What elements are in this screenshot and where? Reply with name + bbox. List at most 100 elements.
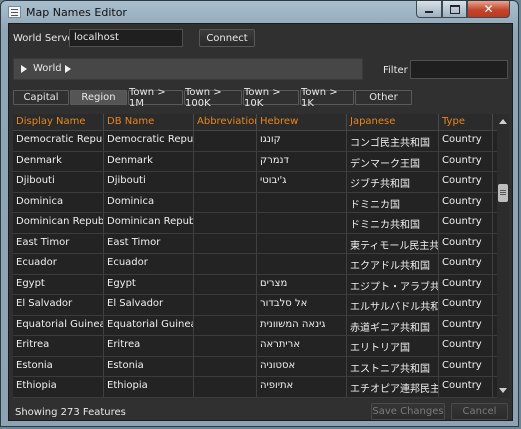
cell-abbreviations[interactable]: [194, 233, 257, 253]
cell-db-name[interactable]: Egypt: [104, 274, 194, 294]
cell-hebrew[interactable]: אסטוניה: [257, 356, 347, 376]
maximize-button[interactable]: [442, 1, 467, 18]
cell-type[interactable]: Country: [439, 295, 493, 315]
tab-town-10k[interactable]: Town > 10K: [243, 87, 299, 109]
cell-db-name[interactable]: Eritrea: [104, 336, 194, 356]
minimize-button[interactable]: [416, 1, 442, 18]
table-row[interactable]: Denmark Denmark דנמרק デンマーク王国 Country: [13, 151, 497, 172]
title-bar[interactable]: Map Names Editor ✕: [1, 1, 518, 23]
table-row[interactable]: Estonia Estonia אסטוניה エストニア共和国 Country: [13, 356, 497, 377]
table-row[interactable]: Democratic RepublicDemocratic Republic קו…: [13, 131, 497, 152]
cell-display-name[interactable]: Estonia: [13, 356, 104, 376]
scroll-up-icon[interactable]: [499, 119, 507, 124]
cell-abbreviations[interactable]: [194, 213, 257, 233]
table-row[interactable]: Eritrea Eritrea אריתראה エリトリア国 Country: [13, 336, 497, 357]
cell-type[interactable]: Country: [439, 213, 493, 233]
cell-abbreviations[interactable]: [194, 336, 257, 356]
cell-hebrew[interactable]: [257, 254, 347, 274]
cell-db-name[interactable]: Democratic Republic: [104, 131, 194, 151]
tab-town-100k[interactable]: Town > 100K: [184, 87, 242, 109]
cell-db-name[interactable]: Dominican Republic: [104, 213, 194, 233]
cell-display-name[interactable]: Dominican Republic: [13, 213, 104, 233]
header-japanese[interactable]: Japanese: [347, 114, 439, 130]
cell-display-name[interactable]: Ethiopia: [13, 377, 104, 397]
table-row[interactable]: East Timor East Timor 東ティモール民主共 Country: [13, 233, 497, 254]
tab-town-1k[interactable]: Town > 1K: [300, 87, 354, 109]
cell-display-name[interactable]: Djibouti: [13, 172, 104, 192]
cell-type[interactable]: Country: [439, 336, 493, 356]
cell-db-name[interactable]: Dominica: [104, 192, 194, 212]
cell-hebrew[interactable]: ג'יבוטי: [257, 172, 347, 192]
cell-abbreviations[interactable]: [194, 295, 257, 315]
table-row[interactable]: Egypt Egypt מצרים エジプト・アラブ共 Country: [13, 274, 497, 295]
cell-type[interactable]: Country: [439, 192, 493, 212]
breadcrumb-arrow-icon[interactable]: [21, 65, 27, 73]
tab-town-1m[interactable]: Town > 1M: [128, 87, 183, 109]
cell-hebrew[interactable]: אל סלבדור: [257, 295, 347, 315]
cell-type[interactable]: Country: [439, 151, 493, 171]
cell-abbreviations[interactable]: [194, 192, 257, 212]
cell-type[interactable]: Country: [439, 377, 493, 397]
cell-display-name[interactable]: Ecuador: [13, 254, 104, 274]
cell-hebrew[interactable]: גינאה המשוונית: [257, 315, 347, 335]
cell-japanese[interactable]: 赤道ギニア共和国: [347, 315, 439, 335]
table-row[interactable]: Dominican RepublicDominican Republic ドミニカ…: [13, 213, 497, 234]
cell-hebrew[interactable]: אריתראה: [257, 336, 347, 356]
cell-type[interactable]: Country: [439, 233, 493, 253]
cell-abbreviations[interactable]: [194, 315, 257, 335]
cell-hebrew[interactable]: [257, 192, 347, 212]
scroll-thumb[interactable]: [498, 184, 508, 202]
cell-db-name[interactable]: Estonia: [104, 356, 194, 376]
scroll-down-icon[interactable]: [499, 388, 507, 393]
cell-abbreviations[interactable]: [194, 131, 257, 151]
cell-abbreviations[interactable]: [194, 377, 257, 397]
cell-japanese[interactable]: 東ティモール民主共: [347, 233, 439, 253]
cell-japanese[interactable]: ドミニカ共和国: [347, 213, 439, 233]
cell-type[interactable]: Country: [439, 274, 493, 294]
cell-abbreviations[interactable]: [194, 172, 257, 192]
tab-capital[interactable]: Capital: [13, 90, 69, 105]
cell-japanese[interactable]: ドミニカ国: [347, 192, 439, 212]
cell-display-name[interactable]: East Timor: [13, 233, 104, 253]
table-row[interactable]: Dominica Dominica ドミニカ国 Country: [13, 192, 497, 213]
cell-hebrew[interactable]: [257, 233, 347, 253]
cell-hebrew[interactable]: [257, 213, 347, 233]
cell-type[interactable]: Country: [439, 315, 493, 335]
cell-abbreviations[interactable]: [194, 151, 257, 171]
vertical-scrollbar[interactable]: [497, 114, 509, 398]
header-hebrew[interactable]: Hebrew: [257, 114, 347, 130]
tab-region[interactable]: Region: [70, 90, 127, 105]
cell-type[interactable]: Country: [439, 172, 493, 192]
table-row[interactable]: Ecuador Ecuador エクアドル共和国 Country: [13, 254, 497, 275]
header-abbreviations[interactable]: Abbreviations: [194, 114, 257, 130]
cell-japanese[interactable]: エルサルバドル共和: [347, 295, 439, 315]
cell-display-name[interactable]: Dominica: [13, 192, 104, 212]
table-row[interactable]: El Salvador El Salvador אל סלבדור エルサルバドル共和…: [13, 295, 497, 316]
cell-display-name[interactable]: Equatorial Guinea: [13, 315, 104, 335]
cell-display-name[interactable]: Denmark: [13, 151, 104, 171]
cell-display-name[interactable]: Eritrea: [13, 336, 104, 356]
cell-db-name[interactable]: Ethiopia: [104, 377, 194, 397]
cell-japanese[interactable]: エチオピア連邦民主: [347, 377, 439, 397]
cell-hebrew[interactable]: דנמרק: [257, 151, 347, 171]
cell-japanese[interactable]: エストニア共和国: [347, 356, 439, 376]
cell-japanese[interactable]: ジブチ共和国: [347, 172, 439, 192]
cell-hebrew[interactable]: אתיופיה: [257, 377, 347, 397]
cell-type[interactable]: Country: [439, 356, 493, 376]
cell-hebrew[interactable]: קונגו: [257, 131, 347, 151]
cell-display-name[interactable]: Democratic Republic: [13, 131, 104, 151]
cell-japanese[interactable]: エクアドル共和国: [347, 254, 439, 274]
cancel-button[interactable]: Cancel: [451, 403, 508, 420]
cell-japanese[interactable]: デンマーク王国: [347, 151, 439, 171]
cell-japanese[interactable]: エジプト・アラブ共: [347, 274, 439, 294]
cell-abbreviations[interactable]: [194, 274, 257, 294]
world-server-input[interactable]: localhost: [69, 29, 183, 47]
table-row[interactable]: Equatorial Guinea Equatorial Guinea גינאה …: [13, 315, 497, 336]
tab-other[interactable]: Other: [355, 90, 412, 105]
table-row[interactable]: Djibouti Djibouti ג'יבוטי ジブチ共和国 Country: [13, 172, 497, 193]
cell-hebrew[interactable]: מצרים: [257, 274, 347, 294]
cell-display-name[interactable]: Egypt: [13, 274, 104, 294]
cell-display-name[interactable]: El Salvador: [13, 295, 104, 315]
cell-japanese[interactable]: エリトリア国: [347, 336, 439, 356]
cell-db-name[interactable]: Equatorial Guinea: [104, 315, 194, 335]
